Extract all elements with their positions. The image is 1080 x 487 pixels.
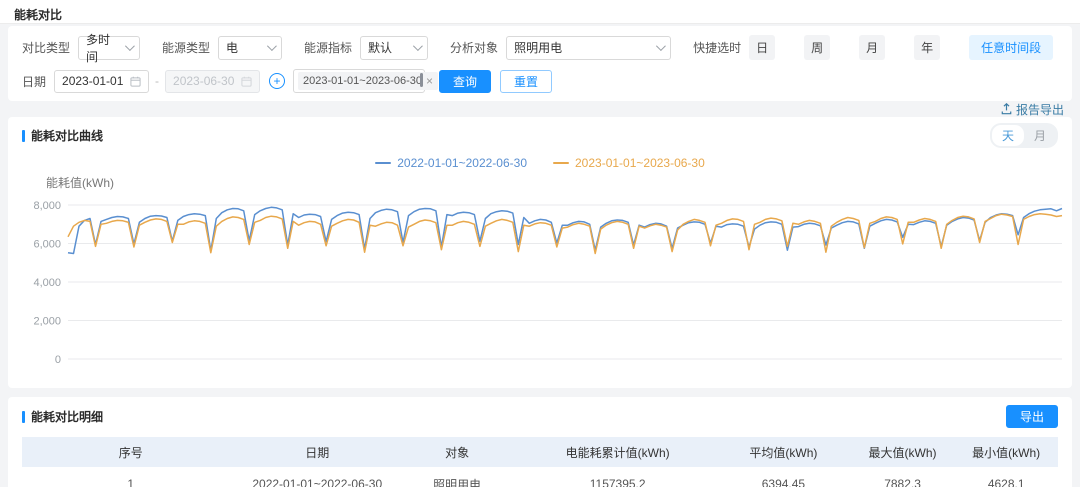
col-total: 电能耗累计值(kWh) bbox=[519, 437, 716, 467]
chart-panel: 能耗对比曲线 天 月 2022-01-01~2022-06-30 2023-01… bbox=[8, 117, 1072, 388]
granularity-month-button[interactable]: 月 bbox=[1024, 125, 1056, 146]
end-date-input[interactable]: 2023-06-30 bbox=[165, 70, 260, 93]
svg-text:4,000: 4,000 bbox=[33, 277, 61, 289]
col-date: 日期 bbox=[240, 437, 395, 467]
col-max: 最大值(kWh) bbox=[851, 437, 955, 467]
table-row[interactable]: 1 2022-01-01~2022-06-30 照明用电 1157395.2 6… bbox=[22, 467, 1058, 487]
export-button[interactable]: 导出 bbox=[1006, 405, 1058, 428]
range-tag-chip: 2023-01-01~2023-06-30 × bbox=[298, 72, 438, 90]
y-axis-label: 能耗值(kWh) bbox=[46, 174, 1058, 191]
table-section-head: 能耗对比明细 导出 bbox=[22, 405, 1058, 428]
col-min: 最小值(kWh) bbox=[954, 437, 1058, 467]
energy-type-label: 能源类型 bbox=[162, 39, 210, 56]
start-date-input[interactable]: 2023-01-01 bbox=[54, 70, 149, 93]
quick-select-day-button[interactable]: 日 bbox=[749, 35, 775, 60]
compare-type-label: 对比类型 bbox=[22, 39, 70, 56]
chart-legend: 2022-01-01~2022-06-30 2023-01-01~2023-06… bbox=[22, 156, 1058, 170]
line-chart[interactable]: 0 2,000 4,000 6,000 8,000 bbox=[22, 193, 1074, 379]
quick-select-label: 快捷选时 bbox=[693, 39, 741, 56]
granularity-day-button[interactable]: 天 bbox=[992, 125, 1024, 146]
analysis-object-label: 分析对象 bbox=[450, 39, 498, 56]
granularity-toggle: 天 月 bbox=[990, 123, 1058, 148]
energy-metric-select[interactable]: 默认 bbox=[360, 36, 428, 60]
quick-select-week-button[interactable]: 周 bbox=[804, 35, 830, 60]
analysis-object-select[interactable]: 照明用电 bbox=[506, 36, 671, 60]
col-index: 序号 bbox=[22, 437, 240, 467]
report-export-row: 报告导出 bbox=[0, 101, 1080, 117]
calendar-icon bbox=[130, 76, 141, 87]
date-label: 日期 bbox=[22, 73, 46, 90]
quick-select-year-button[interactable]: 年 bbox=[914, 35, 940, 60]
tag-close-icon[interactable]: × bbox=[426, 74, 433, 88]
reset-button[interactable]: 重置 bbox=[500, 70, 552, 93]
filter-panel: 对比类型 多时间 能源类型 电 能源指标 默认 分析对象 照明用电 快捷选时 日… bbox=[8, 26, 1072, 101]
range-tag-box: 2023-01-01~2023-06-30 × bbox=[293, 69, 425, 93]
tag-box-scrollbar[interactable] bbox=[420, 73, 423, 87]
svg-text:0: 0 bbox=[55, 354, 61, 366]
table-header-row: 序号 日期 对象 电能耗累计值(kWh) 平均值(kWh) 最大值(kWh) 最… bbox=[22, 437, 1058, 467]
calendar-icon bbox=[241, 76, 252, 87]
section-bar-icon bbox=[22, 130, 25, 142]
report-export-link[interactable]: 报告导出 bbox=[1001, 101, 1064, 118]
query-button[interactable]: 查询 bbox=[439, 70, 491, 93]
table-section-title: 能耗对比明细 bbox=[22, 408, 103, 425]
section-gap bbox=[0, 388, 1080, 397]
col-average: 平均值(kWh) bbox=[716, 437, 851, 467]
legend-dash-icon bbox=[375, 162, 391, 165]
add-range-plus-icon[interactable]: + bbox=[269, 73, 285, 89]
legend-dash-icon bbox=[553, 162, 569, 165]
filter-row-1: 对比类型 多时间 能源类型 电 能源指标 默认 分析对象 照明用电 快捷选时 日… bbox=[22, 35, 1058, 60]
legend-item-2022[interactable]: 2022-01-01~2022-06-30 bbox=[375, 156, 527, 170]
energy-metric-label: 能源指标 bbox=[304, 39, 352, 56]
export-icon bbox=[1001, 103, 1012, 115]
filter-row-2: 日期 2023-01-01 - 2023-06-30 + 2023-01-01~… bbox=[22, 69, 1058, 93]
svg-text:8,000: 8,000 bbox=[33, 200, 61, 212]
page-title: 能耗对比 bbox=[0, 0, 1080, 24]
date-range-separator: - bbox=[155, 74, 159, 88]
detail-table: 序号 日期 对象 电能耗累计值(kWh) 平均值(kWh) 最大值(kWh) 最… bbox=[22, 437, 1058, 487]
chevron-down-icon bbox=[267, 41, 277, 51]
legend-item-2023[interactable]: 2023-01-01~2023-06-30 bbox=[553, 156, 705, 170]
compare-type-select[interactable]: 多时间 bbox=[78, 36, 140, 60]
chevron-down-icon bbox=[656, 41, 666, 51]
quick-select-month-button[interactable]: 月 bbox=[859, 35, 885, 60]
custom-range-button[interactable]: 任意时间段 bbox=[969, 35, 1053, 60]
svg-text:2,000: 2,000 bbox=[33, 316, 61, 328]
chevron-down-icon bbox=[125, 41, 135, 51]
svg-text:6,000: 6,000 bbox=[33, 239, 61, 251]
chart-section-title: 能耗对比曲线 bbox=[22, 127, 103, 144]
energy-type-select[interactable]: 电 bbox=[218, 36, 282, 60]
chart-section-head: 能耗对比曲线 天 月 bbox=[22, 123, 1058, 148]
col-object: 对象 bbox=[395, 437, 519, 467]
section-bar-icon bbox=[22, 411, 25, 423]
table-panel: 能耗对比明细 导出 序号 日期 对象 电能耗累计值(kWh) 平均值(kWh) … bbox=[8, 397, 1072, 487]
chevron-down-icon bbox=[413, 41, 423, 51]
